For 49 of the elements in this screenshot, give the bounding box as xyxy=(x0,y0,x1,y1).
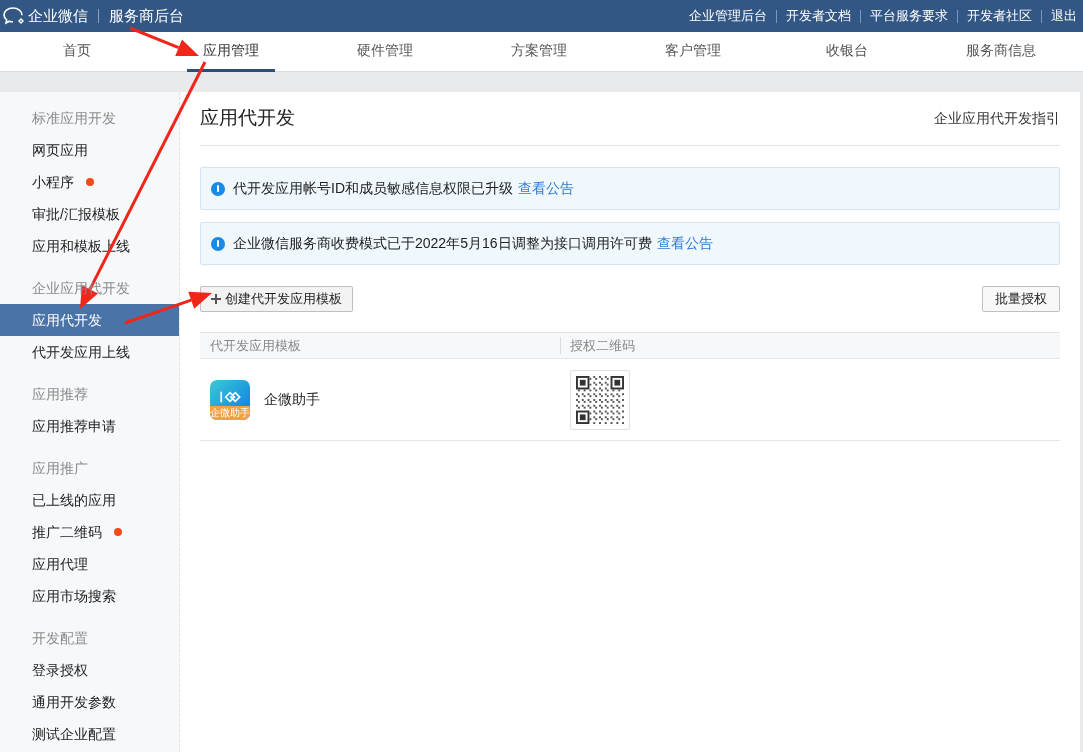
nav-tab[interactable]: 方案管理 xyxy=(495,32,583,72)
header-link[interactable]: 平台服务要求 xyxy=(870,6,948,26)
sidebar-item[interactable]: 小程序 xyxy=(0,166,179,198)
page-title: 应用代开发 xyxy=(200,106,295,131)
sidebar-item[interactable]: 推广二维码 xyxy=(0,516,179,548)
guide-link[interactable]: 企业应用代开发指引 xyxy=(934,108,1060,129)
header-link[interactable]: 开发者社区 xyxy=(967,6,1032,26)
info-icon xyxy=(211,181,225,196)
app-name: 企微助手 xyxy=(264,390,320,409)
sidebar-item[interactable]: 已上线的应用 xyxy=(0,484,179,516)
brand-name: 企业微信 xyxy=(28,5,88,26)
sidebar-item[interactable]: 代开发应用上线 xyxy=(0,336,179,368)
qr-code xyxy=(570,369,630,430)
header-link[interactable]: 开发者文档 xyxy=(786,6,851,26)
sidebar-item[interactable]: 应用推荐申请 xyxy=(0,410,179,442)
sidebar-section-title: 应用推荐 xyxy=(32,384,88,404)
sidebar-section-title: 开发配置 xyxy=(32,628,88,648)
notice-link[interactable]: 查看公告 xyxy=(518,178,574,199)
sidebar-item[interactable]: 网页应用 xyxy=(0,134,179,166)
nav-tab[interactable]: 客户管理 xyxy=(649,32,737,72)
logo-icon xyxy=(218,389,242,404)
sidebar-item[interactable]: 测试企业配置 xyxy=(0,718,179,750)
sidebar-item[interactable]: 应用代开发 xyxy=(0,304,179,336)
notice-text: 代开发应用帐号ID和成员敏感信息权限已升级 xyxy=(233,179,513,198)
notice-text: 企业微信服务商收费模式已于2022年5月16日调整为接口调用许可费 xyxy=(233,234,652,253)
sidebar-section-title: 标准应用开发 xyxy=(32,108,116,128)
column-header: 授权二维码 xyxy=(570,336,635,355)
sidebar-item[interactable]: 登录授权 xyxy=(0,654,179,686)
sidebar-section-title: 应用推广 xyxy=(32,458,88,478)
sidebar-item[interactable]: 审批/汇报模板 xyxy=(0,198,179,230)
header-link[interactable]: 企业管理后台 xyxy=(689,6,767,26)
sidebar-item[interactable]: 应用代理 xyxy=(0,548,179,580)
app-icon-label: 企微助手 xyxy=(210,405,250,420)
plus-icon xyxy=(211,294,221,304)
header-link[interactable]: 退出 xyxy=(1051,6,1077,26)
product-name: 服务商后台 xyxy=(109,5,184,26)
nav-tab[interactable]: 首页 xyxy=(47,32,107,72)
batch-authorize-button[interactable]: 批量授权 xyxy=(982,286,1060,312)
create-template-button[interactable]: 创建代开发应用模板 xyxy=(200,286,353,312)
nav-tab[interactable]: 收银台 xyxy=(810,32,884,72)
sidebar-item[interactable]: 应用市场搜索 xyxy=(0,580,179,612)
nav-tab[interactable]: 服务商信息 xyxy=(950,32,1052,72)
column-header: 代开发应用模板 xyxy=(210,336,301,355)
info-icon xyxy=(211,236,225,251)
notice-link[interactable]: 查看公告 xyxy=(656,233,713,254)
annotation-arrow xyxy=(129,26,199,57)
sidebar-item[interactable]: 通用开发参数 xyxy=(0,686,179,718)
nav-tab[interactable]: 硬件管理 xyxy=(341,32,429,72)
chat-bubble-icon xyxy=(2,6,26,26)
